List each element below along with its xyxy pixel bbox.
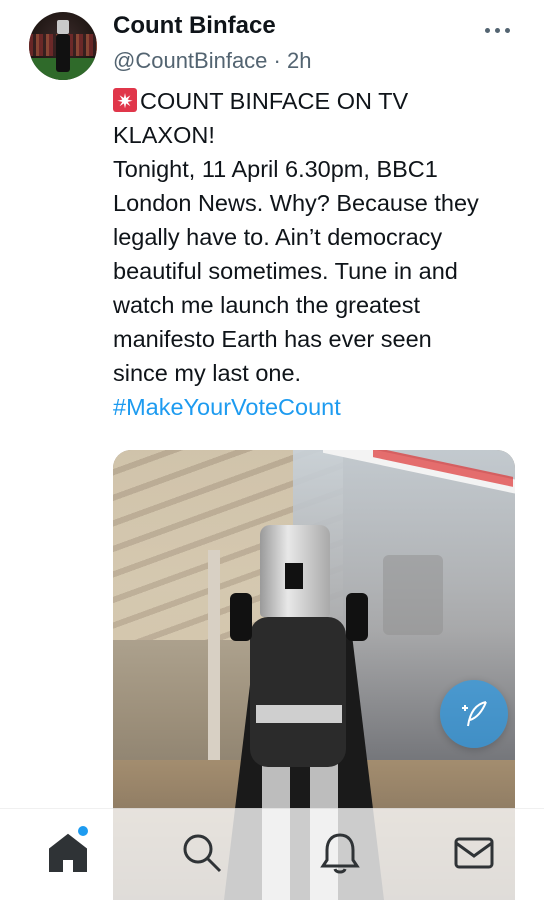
avatar-figure bbox=[56, 20, 70, 72]
tweet-line-8: manifesto Earth has ever seen bbox=[113, 326, 432, 352]
tweet-line-6: beautiful sometimes. Tune in and bbox=[113, 258, 458, 284]
bottom-tab-bar bbox=[0, 808, 544, 901]
siren-emoji bbox=[113, 85, 137, 119]
more-icon[interactable] bbox=[484, 20, 512, 40]
separator: · bbox=[267, 48, 287, 73]
tweet-line-4: London News. Why? Because they bbox=[113, 190, 479, 216]
search-icon[interactable] bbox=[178, 829, 226, 877]
messages-icon[interactable] bbox=[450, 829, 498, 877]
author-handle-line: @CountBinface · 2h bbox=[113, 48, 311, 74]
tweet-text: COUNT BINFACE ON TV KLAXON! Tonight, 11 … bbox=[113, 84, 528, 424]
tweet-line-3: Tonight, 11 April 6.30pm, BBC1 bbox=[113, 156, 438, 182]
compose-button[interactable] bbox=[440, 680, 508, 748]
author-name[interactable]: Count Binface bbox=[113, 12, 276, 40]
tweet-line-5: legally have to. Ain’t democracy bbox=[113, 224, 443, 250]
tweet-line-7: watch me launch the greatest bbox=[113, 292, 420, 318]
author-handle[interactable]: @CountBinface bbox=[113, 48, 267, 73]
home-unread-dot bbox=[78, 826, 88, 836]
tweet-line-9: since my last one. bbox=[113, 360, 302, 386]
timestamp[interactable]: 2h bbox=[287, 48, 311, 73]
tweet-line-2: KLAXON! bbox=[113, 122, 215, 148]
tweet-line-text: COUNT BINFACE ON TV bbox=[140, 88, 409, 114]
notifications-icon[interactable] bbox=[316, 829, 364, 877]
home-icon[interactable] bbox=[44, 829, 92, 877]
tweet-line-1: COUNT BINFACE ON TV bbox=[113, 84, 528, 119]
compose-icon bbox=[462, 701, 487, 727]
avatar[interactable] bbox=[29, 12, 97, 80]
hashtag-link[interactable]: #MakeYourVoteCount bbox=[113, 390, 528, 424]
